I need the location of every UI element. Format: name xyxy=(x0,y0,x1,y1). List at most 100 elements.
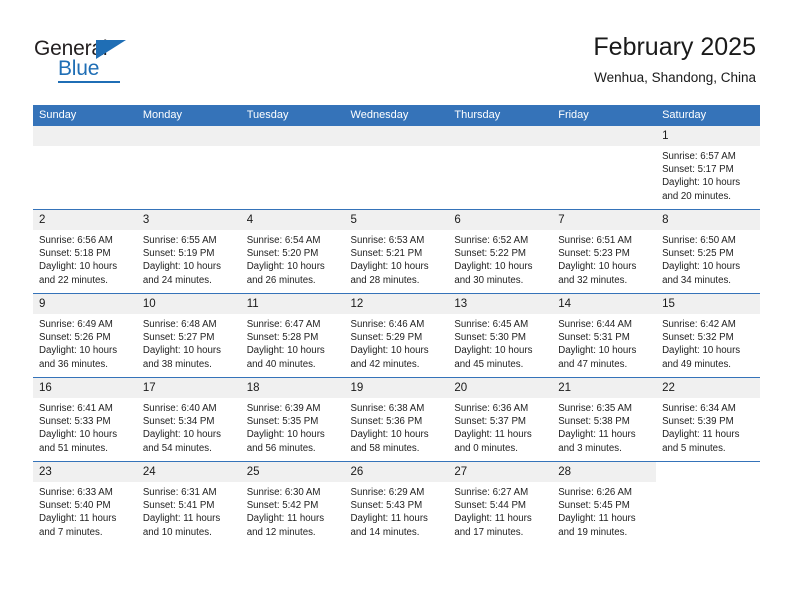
day-number xyxy=(33,126,137,146)
day-detail-daylight-1: Daylight: 10 hours xyxy=(350,429,429,441)
calendar-cell-day[interactable]: 18 Sunrise: 6:39 AM Sunset: 5:35 PM Dayligh… xyxy=(240,377,345,462)
day-detail-daylight-2: and 7 minutes. xyxy=(39,526,103,538)
day-number: 25 xyxy=(240,462,345,482)
calendar-cell-day[interactable]: 20 Sunrise: 6:36 AM Sunset: 5:37 PM Dayligh… xyxy=(448,377,553,462)
day-detail-daylight-1: Daylight: 11 hours xyxy=(142,513,221,525)
calendar-cell-day[interactable]: 25 Sunrise: 6:30 AM Sunset: 5:42 PM Dayligh… xyxy=(240,461,345,545)
day-detail-sunset: Sunset: 5:42 PM xyxy=(246,500,319,512)
calendar-cell-day[interactable]: 7 Sunrise: 6:51 AM Sunset: 5:23 PM Daylight… xyxy=(552,209,657,294)
calendar-week-row: 1 Sunrise: 6:57 AM Sunset: 5:17 PM Daylight… xyxy=(33,126,760,210)
day-detail-sunset: Sunset: 5:25 PM xyxy=(662,248,734,260)
day-detail-daylight-2: and 20 minutes. xyxy=(662,190,731,202)
calendar-cell-day[interactable]: 16 Sunrise: 6:41 AM Sunset: 5:33 PM Dayligh… xyxy=(33,377,137,462)
day-detail-sunrise: Sunrise: 6:46 AM xyxy=(350,319,425,330)
calendar-cell-day[interactable]: 1 Sunrise: 6:57 AM Sunset: 5:17 PM Daylight… xyxy=(656,126,760,210)
calendar-cell-day[interactable]: 9 Sunrise: 6:49 AM Sunset: 5:26 PM Daylight… xyxy=(33,293,137,378)
calendar-cell-day[interactable]: 2 Sunrise: 6:56 AM Sunset: 5:18 PM Daylight… xyxy=(33,209,137,294)
day-number: 9 xyxy=(33,294,137,314)
calendar-cell-day[interactable]: 28 Sunrise: 6:26 AM Sunset: 5:45 PM Dayligh… xyxy=(552,461,657,545)
day-detail-daylight-2: and 49 minutes. xyxy=(662,358,731,370)
weekday-header-saturday: Saturday xyxy=(656,105,760,126)
day-detail-daylight-2: and 28 minutes. xyxy=(350,274,420,286)
day-detail-sunrise: Sunrise: 6:42 AM xyxy=(662,319,736,330)
day-detail-daylight-2: and 34 minutes. xyxy=(662,274,731,286)
day-detail-daylight-1: Daylight: 11 hours xyxy=(558,429,636,441)
day-detail-sunrise: Sunrise: 6:53 AM xyxy=(350,235,425,246)
day-detail-sunset: Sunset: 5:30 PM xyxy=(454,332,526,344)
day-detail-daylight-2: and 42 minutes. xyxy=(350,358,420,370)
day-detail-daylight-2: and 58 minutes. xyxy=(350,442,420,454)
calendar-cell-day[interactable]: 15 Sunrise: 6:42 AM Sunset: 5:32 PM Dayligh… xyxy=(656,293,760,378)
calendar-cell-day[interactable]: 21 Sunrise: 6:35 AM Sunset: 5:38 PM Dayligh… xyxy=(552,377,657,462)
page-title: February 2025 xyxy=(593,33,756,61)
day-detail-daylight-1: Daylight: 10 hours xyxy=(142,429,221,441)
calendar-cell-day[interactable]: 10 Sunrise: 6:48 AM Sunset: 5:27 PM Dayligh… xyxy=(136,293,241,378)
day-detail-sunset: Sunset: 5:41 PM xyxy=(142,500,215,512)
day-detail-daylight-2: and 54 minutes. xyxy=(142,442,212,454)
day-detail-daylight-1: Daylight: 10 hours xyxy=(454,261,533,273)
day-detail-sunrise: Sunrise: 6:50 AM xyxy=(662,235,736,246)
calendar-cell-day[interactable]: 19 Sunrise: 6:38 AM Sunset: 5:36 PM Dayligh… xyxy=(344,377,449,462)
day-details: Sunrise: 6:50 AM Sunset: 5:25 PM Daylight:… xyxy=(656,230,760,287)
logo-triangle-icon xyxy=(96,40,126,59)
day-detail-sunset: Sunset: 5:28 PM xyxy=(246,332,319,344)
calendar-cell-empty xyxy=(448,126,553,210)
calendar-cell-day[interactable]: 8 Sunrise: 6:50 AM Sunset: 5:25 PM Daylight… xyxy=(656,209,760,294)
calendar-cell-day[interactable]: 4 Sunrise: 6:54 AM Sunset: 5:20 PM Daylight… xyxy=(240,209,345,294)
day-number: 17 xyxy=(136,378,241,398)
day-detail-sunrise: Sunrise: 6:40 AM xyxy=(142,403,217,414)
day-detail-daylight-1: Daylight: 10 hours xyxy=(662,177,741,189)
day-details: Sunrise: 6:42 AM Sunset: 5:32 PM Daylight:… xyxy=(656,314,760,371)
day-detail-daylight-2: and 10 minutes. xyxy=(142,526,212,538)
calendar-cell-day[interactable]: 3 Sunrise: 6:55 AM Sunset: 5:19 PM Daylight… xyxy=(136,209,241,294)
day-details: Sunrise: 6:27 AM Sunset: 5:44 PM Daylight:… xyxy=(448,482,552,539)
calendar-cell-day[interactable]: 17 Sunrise: 6:40 AM Sunset: 5:34 PM Dayligh… xyxy=(136,377,241,462)
day-details: Sunrise: 6:29 AM Sunset: 5:43 PM Daylight:… xyxy=(345,482,449,539)
day-detail-sunset: Sunset: 5:29 PM xyxy=(350,332,423,344)
day-detail-sunrise: Sunrise: 6:33 AM xyxy=(39,487,113,498)
weekday-header-monday: Monday xyxy=(136,105,241,126)
day-details: Sunrise: 6:52 AM Sunset: 5:22 PM Daylight:… xyxy=(448,230,552,287)
calendar-cell-day[interactable]: 14 Sunrise: 6:44 AM Sunset: 5:31 PM Dayligh… xyxy=(552,293,657,378)
day-detail-daylight-2: and 36 minutes. xyxy=(39,358,108,370)
day-detail-daylight-2: and 30 minutes. xyxy=(454,274,524,286)
day-detail-sunset: Sunset: 5:39 PM xyxy=(662,416,734,428)
calendar-cell-day[interactable]: 12 Sunrise: 6:46 AM Sunset: 5:29 PM Dayligh… xyxy=(344,293,449,378)
day-detail-sunrise: Sunrise: 6:51 AM xyxy=(558,235,632,246)
day-detail-daylight-2: and 47 minutes. xyxy=(558,358,628,370)
weekday-header-friday: Friday xyxy=(552,105,657,126)
day-detail-sunrise: Sunrise: 6:49 AM xyxy=(39,319,113,330)
calendar-cell-day[interactable]: 27 Sunrise: 6:27 AM Sunset: 5:44 PM Dayligh… xyxy=(448,461,553,545)
weekday-header-sunday: Sunday xyxy=(33,105,137,126)
day-detail-sunset: Sunset: 5:31 PM xyxy=(558,332,630,344)
day-detail-daylight-1: Daylight: 11 hours xyxy=(246,513,325,525)
calendar-cell-day[interactable]: 13 Sunrise: 6:45 AM Sunset: 5:30 PM Dayligh… xyxy=(448,293,553,378)
day-detail-daylight-1: Daylight: 10 hours xyxy=(350,261,429,273)
day-detail-daylight-1: Daylight: 11 hours xyxy=(350,513,428,525)
day-details: Sunrise: 6:35 AM Sunset: 5:38 PM Daylight:… xyxy=(552,398,656,455)
calendar-cell-day[interactable]: 5 Sunrise: 6:53 AM Sunset: 5:21 PM Daylight… xyxy=(344,209,449,294)
calendar-cell-day[interactable]: 24 Sunrise: 6:31 AM Sunset: 5:41 PM Dayligh… xyxy=(136,461,241,545)
calendar-cell-blank xyxy=(656,461,760,545)
day-number: 19 xyxy=(344,378,449,398)
weekday-header-tuesday: Tuesday xyxy=(240,105,345,126)
calendar-cell-day[interactable]: 11 Sunrise: 6:47 AM Sunset: 5:28 PM Dayligh… xyxy=(240,293,345,378)
weekday-header-row: Sunday Monday Tuesday Wednesday Thursday… xyxy=(33,105,760,126)
calendar-week-row: 9 Sunrise: 6:49 AM Sunset: 5:26 PM Daylight… xyxy=(33,293,760,378)
day-detail-sunrise: Sunrise: 6:39 AM xyxy=(246,403,321,414)
day-number: 13 xyxy=(448,294,553,314)
day-number xyxy=(656,462,760,482)
calendar-cell-empty xyxy=(136,126,241,210)
day-detail-daylight-1: Daylight: 10 hours xyxy=(39,261,118,273)
day-detail-sunset: Sunset: 5:45 PM xyxy=(558,500,630,512)
day-detail-sunrise: Sunrise: 6:45 AM xyxy=(454,319,529,330)
calendar-grid: Sunday Monday Tuesday Wednesday Thursday… xyxy=(33,105,760,545)
day-details: Sunrise: 6:51 AM Sunset: 5:23 PM Daylight:… xyxy=(552,230,656,287)
day-detail-daylight-1: Daylight: 10 hours xyxy=(558,345,637,357)
day-detail-sunset: Sunset: 5:37 PM xyxy=(454,416,526,428)
calendar-cell-day[interactable]: 26 Sunrise: 6:29 AM Sunset: 5:43 PM Dayligh… xyxy=(344,461,449,545)
calendar-cell-day[interactable]: 22 Sunrise: 6:34 AM Sunset: 5:39 PM Dayligh… xyxy=(656,377,760,462)
calendar-cell-day[interactable]: 6 Sunrise: 6:52 AM Sunset: 5:22 PM Daylight… xyxy=(448,209,553,294)
calendar-cell-day[interactable]: 23 Sunrise: 6:33 AM Sunset: 5:40 PM Dayligh… xyxy=(33,461,137,545)
day-number: 23 xyxy=(33,462,137,482)
